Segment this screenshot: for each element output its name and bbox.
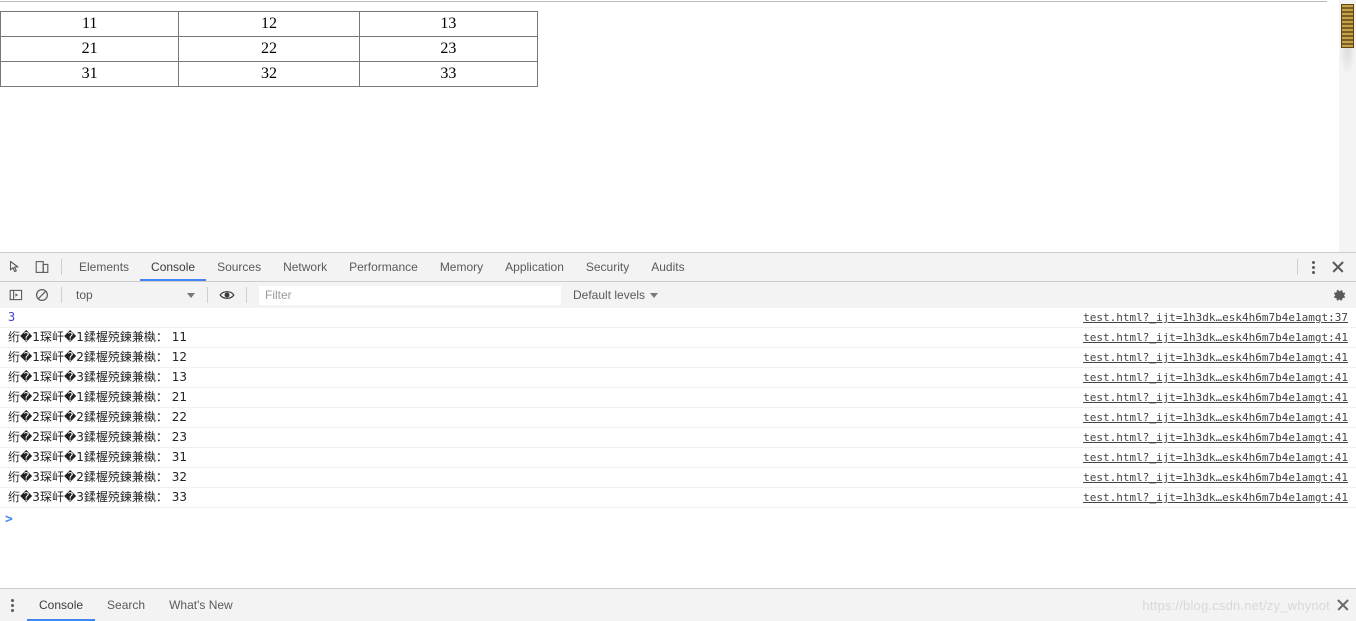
filter-input[interactable]: [259, 285, 561, 305]
table-cell: 21: [0, 36, 180, 62]
console-source-link[interactable]: test.html?_ijt=1h3dk…esk4h6m7b4e1amgt:41: [1083, 468, 1348, 487]
drawer-tab-console[interactable]: Console: [27, 589, 95, 621]
devtools-panel: Elements Console Sources Network Perform…: [0, 252, 1356, 621]
gear-icon[interactable]: [1332, 288, 1347, 303]
console-message-text: 绗�3琛屽�1鍒楃殑鍊兼槸： 31: [8, 450, 187, 464]
devtools-drawer: Console Search What's New https://blog.c…: [0, 588, 1356, 621]
execution-context-label: top: [76, 288, 93, 302]
chevron-down-icon: [187, 292, 195, 298]
console-source-link[interactable]: test.html?_ijt=1h3dk…esk4h6m7b4e1amgt:41: [1083, 448, 1348, 467]
kebab-menu-icon[interactable]: [3, 595, 21, 615]
device-toolbar-icon[interactable]: [29, 254, 55, 280]
console-message-text: 绗�3琛屽�3鍒楃殑鍊兼槸： 33: [8, 490, 187, 504]
drawer-tab-search[interactable]: Search: [95, 589, 157, 621]
tab-performance[interactable]: Performance: [338, 254, 429, 281]
inspect-element-icon[interactable]: [3, 254, 29, 280]
tab-elements[interactable]: Elements: [68, 254, 140, 281]
watermark: https://blog.csdn.net/zy_whynot: [1142, 598, 1350, 613]
tab-memory[interactable]: Memory: [429, 254, 494, 281]
table-cell: 33: [358, 61, 539, 87]
drawer-tab-whats-new[interactable]: What's New: [157, 589, 245, 621]
console-message-text: 绗�3琛屽�2鍒楃殑鍊兼槸： 32: [8, 470, 187, 484]
console-message-text: 绗�2琛屽�3鍒楃殑鍊兼槸： 23: [8, 430, 187, 444]
console-message-text: 绗�2琛屽�2鍒楃殑鍊兼槸： 22: [8, 410, 187, 424]
console-source-link[interactable]: test.html?_ijt=1h3dk…esk4h6m7b4e1amgt:41: [1083, 408, 1348, 427]
console-message-text: 绗�1琛屽�2鍒楃殑鍊兼槸： 12: [8, 350, 187, 364]
page-vertical-scrollbar[interactable]: [1339, 0, 1356, 252]
console-message[interactable]: 绗�2琛屽�2鍒楃殑鍊兼槸： 22 test.html?_ijt=1h3dk…es…: [0, 408, 1356, 428]
table-cell: 13: [358, 11, 539, 37]
console-message[interactable]: 绗�3琛屽�3鍒楃殑鍊兼槸： 33 test.html?_ijt=1h3dk…es…: [0, 488, 1356, 508]
console-source-link[interactable]: test.html?_ijt=1h3dk…esk4h6m7b4e1amgt:41: [1083, 428, 1348, 447]
console-source-link[interactable]: test.html?_ijt=1h3dk…esk4h6m7b4e1amgt:41: [1083, 368, 1348, 387]
table-cell: 32: [178, 61, 360, 87]
prompt-caret-icon: >: [5, 511, 13, 527]
console-message-text: 绗�2琛屽�1鍒楃殑鍊兼槸： 21: [8, 390, 187, 404]
console-message-text: 绗�1琛屽�3鍒楃殑鍊兼槸： 13: [8, 370, 187, 384]
console-message[interactable]: 绗�2琛屽�1鍒楃殑鍊兼槸： 21 test.html?_ijt=1h3dk…es…: [0, 388, 1356, 408]
tab-sources[interactable]: Sources: [206, 254, 272, 281]
table-row: 21 22 23: [0, 36, 539, 62]
table-cell: 12: [178, 11, 360, 37]
scrollbar-thumb[interactable]: [1341, 4, 1354, 48]
execution-context-selector[interactable]: top: [68, 285, 201, 305]
table-row: 11 12 13: [0, 11, 539, 37]
console-source-link[interactable]: test.html?_ijt=1h3dk…esk4h6m7b4e1amgt:41: [1083, 388, 1348, 407]
console-message[interactable]: 绗�3琛屽�1鍒楃殑鍊兼槸： 31 test.html?_ijt=1h3dk…es…: [0, 448, 1356, 468]
rendered-page-viewport: 11 12 13 21 22 23 31 32 33: [0, 0, 1356, 252]
table-row: 31 32 33: [0, 61, 539, 87]
toolbar-divider: [246, 287, 247, 303]
live-expression-icon[interactable]: [214, 282, 240, 308]
console-message[interactable]: 绗�2琛屽�3鍒楃殑鍊兼槸： 23 test.html?_ijt=1h3dk…es…: [0, 428, 1356, 448]
table-cell: 11: [0, 11, 180, 37]
toolbar-divider: [61, 287, 62, 303]
tab-network[interactable]: Network: [272, 254, 338, 281]
tab-audits[interactable]: Audits: [640, 254, 695, 281]
data-table: 11 12 13 21 22 23 31 32 33: [0, 11, 539, 87]
scrollbar-shadow: [1339, 48, 1356, 76]
clear-console-icon[interactable]: [29, 282, 55, 308]
console-message-text: 绗�1琛屽�1鍒楃殑鍊兼槸： 11: [8, 330, 187, 344]
watermark-text: https://blog.csdn.net/zy_whynot: [1142, 597, 1330, 613]
page-top-divider: [0, 1, 1327, 2]
tab-console[interactable]: Console: [140, 254, 206, 281]
console-message[interactable]: 绗�1琛屽�2鍒楃殑鍊兼槸： 12 test.html?_ijt=1h3dk…es…: [0, 348, 1356, 368]
tab-security[interactable]: Security: [575, 254, 640, 281]
devtools-tabbar: Elements Console Sources Network Perform…: [0, 253, 1356, 282]
toolbar-divider: [61, 259, 62, 275]
chevron-down-icon: [650, 292, 659, 298]
toolbar-divider: [207, 287, 208, 303]
console-source-link[interactable]: test.html?_ijt=1h3dk…esk4h6m7b4e1amgt:37: [1083, 308, 1348, 327]
console-message[interactable]: 绗�1琛屽�3鍒楃殑鍊兼槸： 13 test.html?_ijt=1h3dk…es…: [0, 368, 1356, 388]
show-console-sidebar-icon[interactable]: [3, 282, 29, 308]
table-cell: 22: [178, 36, 360, 62]
console-message[interactable]: 绗�3琛屽�2鍒楃殑鍊兼槸： 32 test.html?_ijt=1h3dk…es…: [0, 468, 1356, 488]
log-levels-label: Default levels: [573, 288, 646, 302]
console-message[interactable]: 绗�1琛屽�1鍒楃殑鍊兼槸： 11 test.html?_ijt=1h3dk…es…: [0, 328, 1356, 348]
console-source-link[interactable]: test.html?_ijt=1h3dk…esk4h6m7b4e1amgt:41: [1083, 488, 1348, 507]
toolbar-divider: [1297, 259, 1298, 275]
console-source-link[interactable]: test.html?_ijt=1h3dk…esk4h6m7b4e1amgt:41: [1083, 348, 1348, 367]
kebab-menu-icon[interactable]: [1304, 257, 1322, 277]
log-levels-selector[interactable]: Default levels: [573, 288, 659, 302]
close-icon[interactable]: [1336, 598, 1350, 612]
console-message-text: 3: [8, 310, 16, 324]
console-message[interactable]: 3 test.html?_ijt=1h3dk…esk4h6m7b4e1amgt:3…: [0, 308, 1356, 328]
console-source-link[interactable]: test.html?_ijt=1h3dk…esk4h6m7b4e1amgt:41: [1083, 328, 1348, 347]
table-cell: 31: [0, 61, 180, 87]
tab-application[interactable]: Application: [494, 254, 575, 281]
table-body: 11 12 13 21 22 23 31 32 33: [0, 11, 539, 87]
close-icon[interactable]: [1328, 257, 1348, 277]
devtools-tabbar-actions: [1291, 257, 1356, 277]
console-message-list[interactable]: 3 test.html?_ijt=1h3dk…esk4h6m7b4e1amgt:3…: [0, 308, 1356, 588]
console-prompt-row[interactable]: >: [0, 508, 1356, 530]
table-cell: 23: [358, 36, 539, 62]
console-toolbar: top Default levels: [0, 282, 1356, 309]
